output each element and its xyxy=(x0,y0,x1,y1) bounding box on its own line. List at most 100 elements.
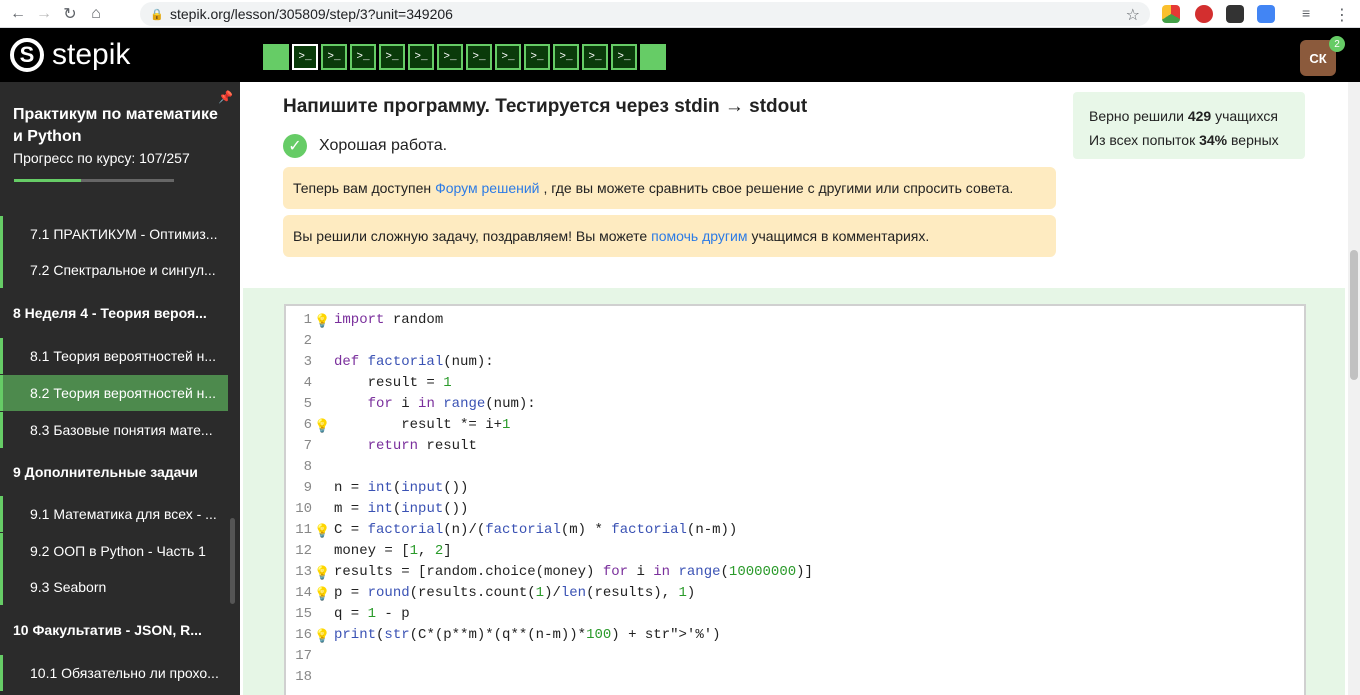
sidebar-section[interactable]: 8 Неделя 4 - Теория вероя... xyxy=(0,295,228,331)
sidebar-lesson[interactable]: 7.1 ПРАКТИКУМ - Оптимиз... xyxy=(0,216,228,252)
code-line[interactable]: 11 💡 C = factorial(n)/(factorial(m) * fact… xyxy=(286,520,1304,541)
back-icon[interactable]: ← xyxy=(10,5,26,22)
step-tab-code[interactable]: >_ xyxy=(379,44,405,70)
sidebar-lesson[interactable]: 7.2 Спектральное и сингул... xyxy=(0,252,228,288)
help-others-link[interactable]: помочь другим xyxy=(651,228,747,244)
progress-fill xyxy=(14,179,82,182)
code-line[interactable]: 4 result = 1 xyxy=(286,373,1304,394)
hint-help-text-before: Вы решили сложную задачу, поздравляем! В… xyxy=(293,228,648,244)
logo-text: stepik xyxy=(52,38,131,71)
code-line[interactable]: 2 xyxy=(286,331,1304,352)
sidebar-lesson[interactable]: 9.3 Seaborn xyxy=(0,569,228,605)
step-tab-text[interactable] xyxy=(263,44,289,70)
page-scrollbar[interactable] xyxy=(1348,82,1360,695)
progress-bar xyxy=(14,179,174,182)
stats-solved: Верно решили 429 учащихся xyxy=(1089,104,1289,128)
stepik-logo-icon: S xyxy=(10,38,44,72)
code-line[interactable]: 1 💡 import random xyxy=(286,310,1304,331)
course-title[interactable]: Практикум по математике и Python xyxy=(13,104,223,148)
code-line[interactable]: 15 q = 1 - p xyxy=(286,604,1304,625)
hint-forum-text-before: Теперь вам доступен xyxy=(293,180,432,196)
step-tab-code[interactable]: >_ xyxy=(292,44,318,70)
home-icon[interactable]: ⌂ xyxy=(88,5,104,22)
line-number: 13 xyxy=(295,564,312,580)
stepik-logo[interactable]: S stepik xyxy=(10,38,130,72)
step-tab-code[interactable]: >_ xyxy=(466,44,492,70)
line-number: 8 xyxy=(303,459,312,475)
sidebar-lesson[interactable]: 9.2 ООП в Python - Часть 1 xyxy=(0,533,228,569)
step-tab-text[interactable] xyxy=(640,44,666,70)
sidebar-section[interactable]: 9 Дополнительные задачи xyxy=(0,454,228,490)
stats-attempts-before: Из всех попыток xyxy=(1089,132,1196,148)
bookmark-star-icon[interactable]: ☆ xyxy=(1126,5,1140,25)
lightbulb-icon[interactable]: 💡 xyxy=(314,584,330,605)
reload-icon[interactable]: ↻ xyxy=(62,6,78,23)
browser-toolbar: ← → ↻ ⌂ 🔒 stepik.org/lesson/305809/step/… xyxy=(0,0,1360,28)
step-tab-code[interactable]: >_ xyxy=(350,44,376,70)
line-number: 3 xyxy=(303,354,312,370)
step-tab-code[interactable]: >_ xyxy=(582,44,608,70)
code-line[interactable]: 16 💡 print(str(C*(p**m)*(q**(n-m))*100) + … xyxy=(286,625,1304,646)
menu-kebab-icon[interactable]: ⋮ xyxy=(1334,5,1352,24)
extension-translate-icon[interactable] xyxy=(1257,5,1275,23)
step-navigation: >_ >_ >_ >_ >_ >_ >_ >_ >_ >_ >_ >_ xyxy=(263,44,669,70)
code-text: n = int(input()) xyxy=(334,480,469,496)
address-bar[interactable]: 🔒 stepik.org/lesson/305809/step/3?unit=3… xyxy=(140,2,1150,26)
code-line[interactable]: 10 m = int(input()) xyxy=(286,499,1304,520)
line-number: 1 xyxy=(303,312,312,328)
page-scrollbar-thumb[interactable] xyxy=(1350,250,1358,380)
sidebar-section[interactable]: 10 Факультатив - JSON, R... xyxy=(0,612,228,648)
forum-link[interactable]: Форум решений xyxy=(435,180,539,196)
reading-list-icon[interactable]: ≡ xyxy=(1302,5,1320,23)
code-text: money = [1, 2] xyxy=(334,543,452,559)
step-tab-code[interactable]: >_ xyxy=(495,44,521,70)
pin-icon[interactable]: 📌 xyxy=(218,90,233,104)
lock-icon[interactable]: 🔒 xyxy=(150,8,164,21)
forward-icon[interactable]: → xyxy=(36,5,52,22)
code-line[interactable]: 9 n = int(input()) xyxy=(286,478,1304,499)
code-text: result *= i+1 xyxy=(334,417,511,433)
step-tab-code[interactable]: >_ xyxy=(437,44,463,70)
code-line[interactable]: 5 for i in range(num): xyxy=(286,394,1304,415)
code-text: def factorial(num): xyxy=(334,354,494,370)
success-text: Хорошая работа. xyxy=(319,137,448,154)
step-tab-code[interactable]: >_ xyxy=(611,44,637,70)
step-tab-code[interactable]: >_ xyxy=(408,44,434,70)
step-tab-code[interactable]: >_ xyxy=(553,44,579,70)
lightbulb-icon[interactable]: 💡 xyxy=(314,626,330,647)
code-text: results = [random.choice(money) for i in… xyxy=(334,564,813,580)
sidebar-scrollbar[interactable] xyxy=(230,518,235,604)
code-line[interactable]: 18 xyxy=(286,667,1304,688)
code-line[interactable]: 13 💡 results = [random.choice(money) for i… xyxy=(286,562,1304,583)
lightbulb-icon[interactable]: 💡 xyxy=(314,563,330,584)
code-line[interactable]: 14 💡 p = round(results.count(1)/len(result… xyxy=(286,583,1304,604)
step-tab-code[interactable]: >_ xyxy=(524,44,550,70)
stats-attempts-num: 34% xyxy=(1199,132,1228,148)
sidebar-lesson[interactable]: 8.2 Теория вероятностей н... xyxy=(0,375,228,411)
stats-solved-after: учащихся xyxy=(1215,108,1278,124)
code-line[interactable]: 6 💡 result *= i+1 xyxy=(286,415,1304,436)
code-text: q = 1 - p xyxy=(334,606,410,622)
lightbulb-icon[interactable]: 💡 xyxy=(314,416,330,437)
code-line[interactable]: 7 return result xyxy=(286,436,1304,457)
stats-attempts-after: верных xyxy=(1231,132,1279,148)
lightbulb-icon[interactable]: 💡 xyxy=(314,521,330,542)
extension-vk-icon[interactable] xyxy=(1226,5,1244,23)
line-number: 14 xyxy=(295,585,312,601)
step-tab-code[interactable]: >_ xyxy=(321,44,347,70)
lightbulb-icon[interactable]: 💡 xyxy=(314,311,330,332)
sidebar-lesson[interactable]: 9.1 Математика для всех - ... xyxy=(0,496,228,532)
extension-adblock-icon[interactable] xyxy=(1195,5,1213,23)
code-editor[interactable]: 1 💡 import random 2 3 def factorial(num): 4 re… xyxy=(284,304,1306,695)
extension-chrome-icon[interactable] xyxy=(1162,5,1180,23)
sidebar-lesson[interactable]: 10.1 Обязательно ли прохо... xyxy=(0,655,228,691)
sidebar-lesson[interactable]: 8.3 Базовые понятия мате... xyxy=(0,412,228,448)
sidebar-lesson[interactable]: 8.1 Теория вероятностей н... xyxy=(0,338,228,374)
code-line[interactable]: 12 money = [1, 2] xyxy=(286,541,1304,562)
code-line[interactable]: 3 def factorial(num): xyxy=(286,352,1304,373)
code-text: p = round(results.count(1)/len(results),… xyxy=(334,585,696,601)
notification-badge[interactable]: 2 xyxy=(1329,36,1345,52)
code-line[interactable]: 8 xyxy=(286,457,1304,478)
editor-area: 1 💡 import random 2 3 def factorial(num): 4 re… xyxy=(243,288,1345,695)
code-line[interactable]: 17 xyxy=(286,646,1304,667)
